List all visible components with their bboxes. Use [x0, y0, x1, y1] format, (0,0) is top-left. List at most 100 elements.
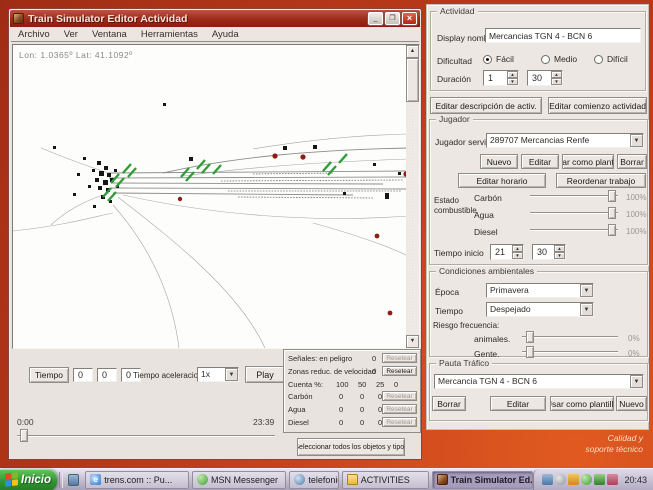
update-tray-icon[interactable]: [555, 474, 566, 485]
people-slider[interactable]: [522, 346, 618, 359]
edit-description-button[interactable]: Editar descripción de activ.: [430, 97, 542, 114]
service-new-button[interactable]: Nuevo: [480, 154, 518, 169]
start-button[interactable]: Inicio: [0, 469, 57, 490]
scrollbar-thumb[interactable]: [406, 58, 419, 102]
menu-bar: Archivo Ver Ventana Herramientas Ayuda: [11, 28, 419, 42]
tiempo-button[interactable]: Tiempo: [29, 367, 69, 383]
reset-signals-button[interactable]: Resetear: [382, 353, 417, 363]
quick-launch-icon[interactable]: [68, 474, 79, 486]
service-use-template-button[interactable]: Usar como plantilla: [562, 154, 614, 169]
alert-tray-icon[interactable]: [568, 474, 579, 485]
spin-up-icon[interactable]: ▲: [554, 245, 565, 252]
menu-ventana[interactable]: Ventana: [85, 29, 134, 40]
timeline-slider[interactable]: [17, 429, 275, 443]
radio-dot-icon: [594, 55, 603, 64]
animals-slider[interactable]: [522, 331, 618, 344]
start-hour-spinner[interactable]: 21 ▲▼: [490, 244, 524, 260]
chevron-down-icon[interactable]: ▼: [630, 375, 643, 388]
spin-down-icon[interactable]: ▼: [512, 252, 523, 259]
difficulty-radio-dificil[interactable]: Difícil: [594, 54, 628, 64]
edit-schedule-button[interactable]: Editar horario: [458, 173, 546, 188]
select-all-objects-button[interactable]: Seleccionar todos los objetos y tipos: [297, 438, 405, 456]
reset-speed-zones-button[interactable]: Resetear: [382, 366, 417, 376]
play-button[interactable]: Play: [245, 366, 285, 383]
edit-activity-start-button[interactable]: Editar comienzo actividad: [548, 97, 647, 114]
timeline-thumb[interactable]: [20, 429, 28, 442]
folder-icon: [347, 474, 358, 485]
duration-hours-spinner[interactable]: 1 ▲▼: [483, 70, 519, 86]
task-telefonica[interactable]: telefonica.com: [289, 471, 338, 489]
time-minutes-field[interactable]: 0: [97, 368, 117, 382]
menu-archivo[interactable]: Archivo: [11, 29, 57, 40]
menu-ayuda[interactable]: Ayuda: [205, 29, 246, 40]
accel-select[interactable]: 1x ▼: [197, 367, 239, 382]
water-slider[interactable]: [530, 207, 618, 220]
task-activities-folder[interactable]: ACTIVITIES: [342, 471, 429, 489]
people-slider-thumb[interactable]: [526, 346, 534, 358]
weather-select[interactable]: Despejado ▼: [486, 302, 594, 317]
chevron-down-icon[interactable]: ▼: [580, 284, 593, 297]
scroll-down-button[interactable]: ▼: [406, 335, 419, 348]
traffic-delete-button[interactable]: Borrar: [432, 396, 466, 411]
animals-slider-thumb[interactable]: [526, 331, 534, 343]
spin-down-icon[interactable]: ▼: [551, 78, 562, 85]
fuel-col-100: 100: [336, 380, 349, 389]
network-tray-icon[interactable]: [542, 474, 553, 485]
water-slider-label: Agua: [474, 210, 494, 220]
coal-row-label: Carbón: [288, 392, 313, 401]
antivirus-tray-icon[interactable]: [594, 474, 605, 485]
chevron-down-icon[interactable]: ▼: [630, 134, 643, 147]
difficulty-radio-facil[interactable]: Fácil: [483, 54, 514, 64]
start-minute-spinner[interactable]: 30 ▲▼: [532, 244, 566, 260]
display-name-input[interactable]: Mercancias TGN 4 - BCN 6: [485, 28, 641, 43]
fuel-col-0: 0: [394, 380, 398, 389]
season-select[interactable]: Primavera ▼: [486, 283, 594, 298]
fuel-table-header: Cuenta %:: [288, 380, 323, 389]
spin-down-icon[interactable]: ▼: [554, 252, 565, 259]
menu-ver[interactable]: Ver: [57, 29, 85, 40]
service-edit-button[interactable]: Editar: [521, 154, 559, 169]
spin-down-icon[interactable]: ▼: [507, 78, 518, 85]
group-pauta-title: Pauta Tráfico: [436, 358, 492, 368]
map-viewport[interactable]: Lon: 1.0365º Lat: 41.1092º ▲ ▼: [12, 44, 420, 349]
messenger-tray-icon[interactable]: [581, 474, 592, 485]
spin-up-icon[interactable]: ▲: [551, 71, 562, 78]
traffic-edit-button[interactable]: Editar: [490, 396, 546, 411]
task-trens-com[interactable]: e trens.com :: Pu...: [85, 471, 189, 489]
chevron-down-icon[interactable]: ▼: [580, 303, 593, 316]
scroll-up-button[interactable]: ▲: [406, 45, 419, 58]
task-train-simulator-editor[interactable]: Train Simulator Ed...: [432, 471, 534, 489]
timeline-track[interactable]: [17, 435, 275, 437]
difficulty-radio-medio[interactable]: Medio: [541, 54, 577, 64]
coal-slider-thumb[interactable]: [608, 190, 616, 202]
volume-tray-icon[interactable]: [607, 474, 618, 485]
traffic-pattern-select[interactable]: Mercancia TGN 4 - BCN 6 ▼: [434, 374, 644, 389]
coal-count-50: 0: [360, 392, 364, 401]
spin-up-icon[interactable]: ▲: [507, 71, 518, 78]
water-slider-thumb[interactable]: [608, 207, 616, 219]
taskbar: Inicio e trens.com :: Pu... MSN Messenge…: [0, 468, 653, 490]
diesel-slider-thumb[interactable]: [608, 224, 616, 236]
spin-up-icon[interactable]: ▲: [512, 245, 523, 252]
time-hours-field[interactable]: 0: [73, 368, 93, 382]
maximize-button[interactable]: ❐: [385, 12, 400, 25]
group-condiciones-title: Condiciones ambientales: [436, 266, 537, 276]
minimize-button[interactable]: _: [368, 12, 383, 25]
reset-water-button[interactable]: Resetear: [382, 404, 417, 414]
chevron-down-icon[interactable]: ▼: [225, 368, 238, 381]
traffic-new-button[interactable]: Nuevo: [616, 396, 647, 411]
diesel-slider[interactable]: [530, 224, 618, 237]
duration-minutes-spinner[interactable]: 30 ▲▼: [527, 70, 563, 86]
service-delete-button[interactable]: Borrar: [617, 154, 647, 169]
coal-slider[interactable]: [530, 190, 618, 203]
reset-diesel-button[interactable]: Resetear: [382, 417, 417, 427]
player-service-select[interactable]: 289707 Mercancias Renfe ▼: [486, 133, 644, 148]
map-vertical-scrollbar[interactable]: ▲ ▼: [406, 45, 419, 348]
reset-coal-button[interactable]: Resetear: [382, 391, 417, 401]
traffic-use-template-button[interactable]: Usar como plantilla: [550, 396, 614, 411]
title-bar[interactable]: Train Simulator Editor Actividad _ ❐ ×: [10, 10, 420, 27]
reorder-work-button[interactable]: Reordenar trabajo: [556, 173, 646, 188]
close-button[interactable]: ×: [402, 12, 417, 25]
task-msn-messenger[interactable]: MSN Messenger: [192, 471, 286, 489]
menu-herramientas[interactable]: Herramientas: [134, 29, 205, 40]
